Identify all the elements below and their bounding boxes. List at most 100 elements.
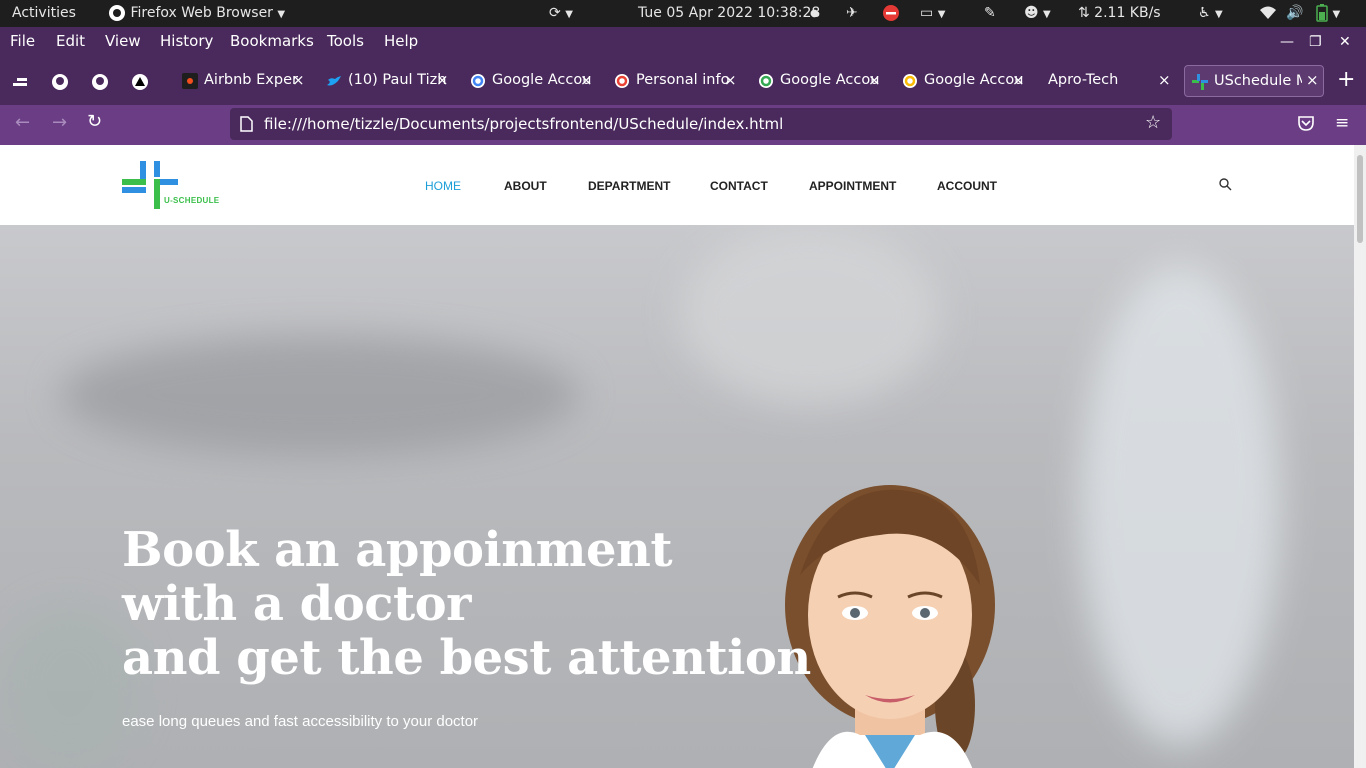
- hero-heading-line-3: and get the best attention: [122, 630, 811, 686]
- close-tab-icon[interactable]: ×: [580, 71, 593, 89]
- tab-google-account-1[interactable]: Google Accou ×: [470, 65, 595, 97]
- accessibility-icon[interactable]: ♿ ▼: [1198, 0, 1223, 27]
- pen-icon[interactable]: ✎: [984, 0, 996, 27]
- google-icon: [471, 74, 485, 88]
- tab-label: Google Accou: [492, 72, 592, 88]
- search-icon[interactable]: [1219, 178, 1232, 191]
- satellite-icon[interactable]: ✈: [846, 0, 858, 27]
- web-page: U-SCHEDULE HOME ABOUT DEPARTMENT CONTACT…: [0, 145, 1354, 768]
- close-tab-icon[interactable]: ×: [724, 71, 737, 89]
- figma-icon: [182, 73, 198, 89]
- google-icon: [903, 74, 917, 88]
- hero-subtitle: ease long queues and fast accessibility …: [122, 713, 479, 730]
- network-speed: ⇅ 2.11 KB/s: [1078, 5, 1161, 21]
- google-icon: [615, 74, 629, 88]
- background-blur: [60, 335, 580, 455]
- github-icon[interactable]: [91, 73, 109, 91]
- app-menu-label: Firefox Web Browser: [130, 5, 273, 21]
- menu-bookmarks[interactable]: Bookmarks: [230, 32, 314, 50]
- reload-icon[interactable]: ↻: [87, 111, 102, 132]
- menu-tools[interactable]: Tools: [327, 32, 364, 50]
- logo-text: U-SCHEDULE: [164, 196, 220, 205]
- app-menu[interactable]: Firefox Web Browser ▼: [108, 0, 285, 27]
- minimize-icon[interactable]: —: [1280, 34, 1294, 50]
- restore-icon[interactable]: ❐: [1309, 34, 1322, 50]
- tab-personal-info[interactable]: Personal info ×: [614, 65, 739, 97]
- nav-appointment[interactable]: APPOINTMENT: [809, 179, 896, 193]
- background-blur: [0, 605, 140, 765]
- close-tab-icon[interactable]: ×: [1158, 71, 1171, 89]
- close-tab-icon[interactable]: ×: [1302, 71, 1323, 89]
- tab-label: Airbnb Exper: [204, 72, 298, 88]
- nav-department[interactable]: DEPARTMENT: [588, 179, 670, 193]
- hero-heading-line-1: Book an appoinment: [122, 522, 673, 578]
- no-entry-icon[interactable]: [882, 0, 900, 27]
- hero-heading: Book an appoinment with a doctor and get…: [122, 523, 811, 685]
- hero-heading-line-2: with a doctor: [122, 576, 471, 632]
- uschedule-favicon: [1192, 74, 1208, 90]
- twitter-icon: [327, 76, 341, 86]
- menu-edit[interactable]: Edit: [56, 32, 85, 50]
- tab-label: Apro-Tech: [1048, 72, 1119, 88]
- site-logo[interactable]: U-SCHEDULE: [122, 161, 222, 209]
- tab-bar: Airbnb Exper × (10) Paul Tizh × Google A…: [0, 57, 1366, 105]
- pocket-icon[interactable]: [1298, 116, 1314, 131]
- site-header: U-SCHEDULE HOME ABOUT DEPARTMENT CONTACT…: [0, 145, 1354, 225]
- refresh-icon[interactable]: ⟳ ▼: [549, 0, 573, 27]
- background-window-blur: [1080, 265, 1280, 745]
- tab-label: Personal info: [636, 72, 730, 88]
- page-scrollbar[interactable]: [1354, 145, 1366, 768]
- tab-label: (10) Paul Tizh: [348, 72, 447, 88]
- nav-about[interactable]: ABOUT: [504, 179, 547, 193]
- tab-airbnb[interactable]: Airbnb Exper ×: [182, 65, 307, 97]
- page-icon: [240, 116, 253, 132]
- battery-icon[interactable]: ▼: [1316, 0, 1340, 27]
- system-top-bar: Activities Firefox Web Browser ▼ ⟳ ▼ Tue…: [0, 0, 1366, 27]
- volume-icon[interactable]: 🔊: [1286, 0, 1303, 27]
- activities-button[interactable]: Activities: [12, 0, 76, 27]
- url-text: file:///home/tizzle/Documents/projectsfr…: [264, 115, 784, 133]
- nav-account[interactable]: ACCOUNT: [937, 179, 997, 193]
- firefox-menubar: File Edit View History Bookmarks Tools H…: [0, 27, 1366, 57]
- hero-section: Book an appoinment with a doctor and get…: [0, 225, 1354, 768]
- tab-apro-tech[interactable]: Apro-Tech ×: [1046, 65, 1171, 97]
- github-icon[interactable]: [51, 73, 69, 91]
- star-icon[interactable]: ☆: [1145, 112, 1161, 133]
- tab-google-account-2[interactable]: Google Accou ×: [758, 65, 883, 97]
- menu-history[interactable]: History: [160, 32, 213, 50]
- close-tab-icon[interactable]: ×: [868, 71, 881, 89]
- hamburger-icon[interactable]: ≡: [1335, 113, 1349, 133]
- nav-home[interactable]: HOME: [425, 179, 461, 193]
- nav-contact[interactable]: CONTACT: [710, 179, 768, 193]
- screen-icon[interactable]: ▭ ▼: [920, 0, 945, 27]
- background-blur: [680, 225, 940, 405]
- menu-view[interactable]: View: [105, 32, 141, 50]
- google-icon: [759, 74, 773, 88]
- close-window-icon[interactable]: ✕: [1339, 34, 1351, 50]
- wifi-icon[interactable]: [1260, 0, 1276, 27]
- close-tab-icon[interactable]: ×: [436, 71, 449, 89]
- emoji-icon[interactable]: ☻ ▼: [1024, 0, 1051, 27]
- tab-twitter[interactable]: (10) Paul Tizh ×: [326, 65, 451, 97]
- close-tab-icon[interactable]: ×: [292, 71, 305, 89]
- tab-label: USchedule M: [1214, 73, 1309, 89]
- clock-dot: ●: [810, 8, 819, 19]
- firefox-icon: [109, 5, 125, 21]
- vercel-icon[interactable]: [131, 73, 149, 91]
- tab-label: Google Accou: [924, 72, 1024, 88]
- url-bar[interactable]: file:///home/tizzle/Documents/projectsfr…: [230, 108, 1172, 140]
- new-tab-icon[interactable]: +: [1337, 67, 1355, 92]
- forward-icon[interactable]: →: [52, 112, 67, 133]
- close-tab-icon[interactable]: ×: [1012, 71, 1025, 89]
- tab-uschedule[interactable]: USchedule M ×: [1184, 65, 1324, 97]
- menu-file[interactable]: File: [10, 32, 35, 50]
- chevron-down-icon: ▼: [277, 9, 286, 20]
- navigation-toolbar: ← → ↻ file:///home/tizzle/Documents/proj…: [0, 105, 1366, 145]
- tab-google-account-3[interactable]: Google Accou ×: [902, 65, 1027, 97]
- pinned-tab-icon[interactable]: [11, 73, 29, 91]
- scrollbar-thumb[interactable]: [1357, 155, 1363, 243]
- menu-help[interactable]: Help: [384, 32, 418, 50]
- back-icon[interactable]: ←: [15, 112, 30, 133]
- clock[interactable]: Tue 05 Apr 2022 10:38:28: [638, 0, 820, 27]
- tab-label: Google Accou: [780, 72, 880, 88]
